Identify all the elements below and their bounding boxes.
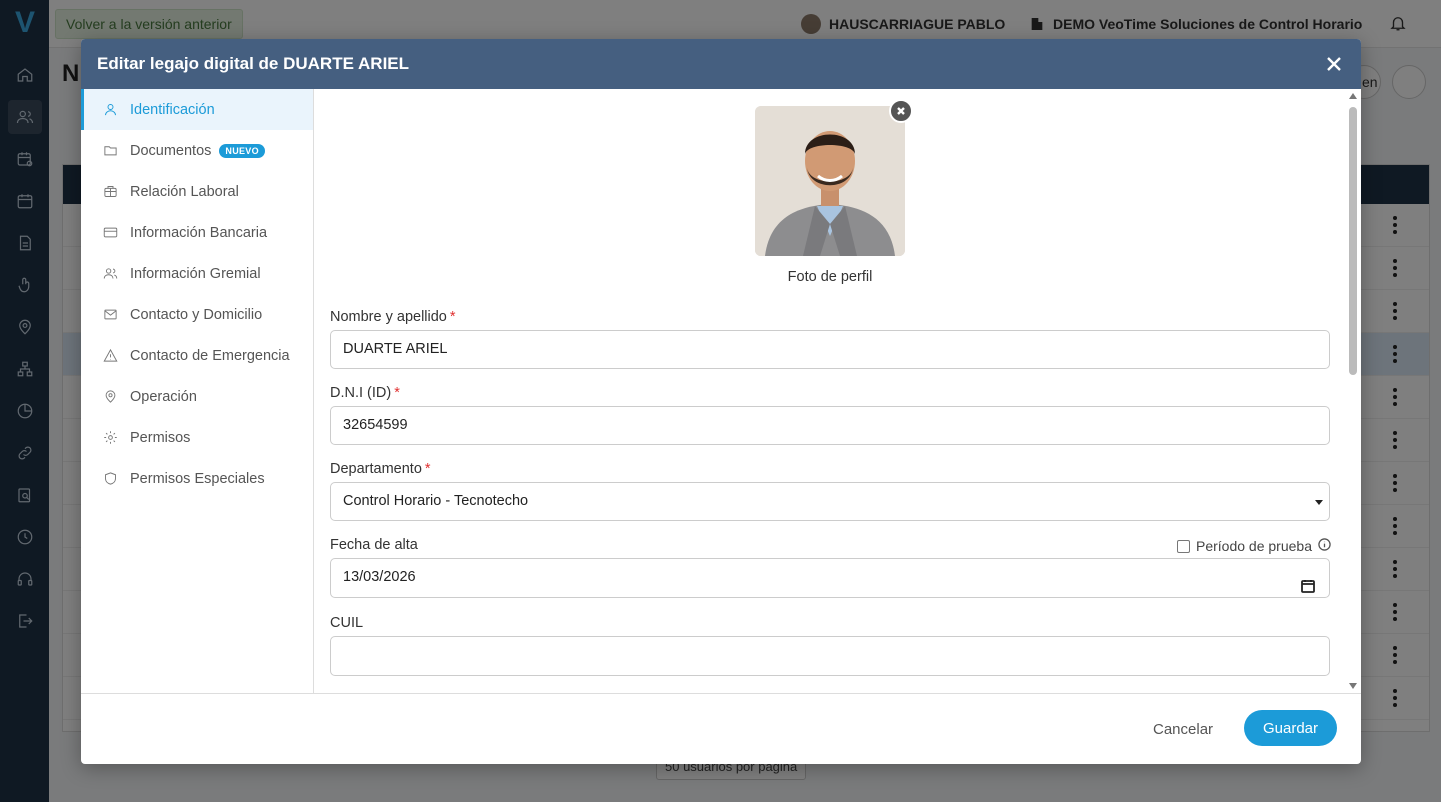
menu-item-permisos[interactable]: Permisos	[81, 417, 313, 458]
users-icon	[103, 268, 118, 279]
map-pin-icon	[105, 390, 116, 403]
trial-period-checkbox[interactable]	[1177, 539, 1190, 553]
menu-item-relacion-laboral[interactable]: Relación Laboral	[81, 171, 313, 212]
edit-employee-dialog: Editar legajo digital de DUARTE ARIEL Id…	[81, 39, 1361, 764]
department-select[interactable]: Control Horario - Tecnotecho	[330, 482, 1330, 521]
person-photo-icon	[755, 106, 905, 256]
menu-item-informacion-gremial[interactable]: Información Gremial	[81, 253, 313, 294]
profile-photo[interactable]	[755, 106, 905, 256]
remove-photo-button[interactable]	[889, 99, 913, 123]
dialog-title: Editar legajo digital de DUARTE ARIEL	[97, 54, 410, 73]
name-label: Nombre y apellido *	[330, 309, 456, 325]
dni-label: D.N.I (ID) *	[330, 385, 400, 401]
credit-card-icon	[103, 227, 118, 238]
section-menu: Identificación Documentos NUEVO Relación…	[81, 89, 314, 693]
start-date-input[interactable]: 13/03/2026	[330, 558, 1330, 598]
start-date-value: 13/03/2026	[343, 569, 416, 585]
menu-item-permisos-especiales[interactable]: Permisos Especiales	[81, 458, 313, 499]
menu-item-label: Identificación	[130, 101, 215, 118]
menu-item-label: Relación Laboral	[130, 183, 239, 200]
dialog-body: Identificación Documentos NUEVO Relación…	[81, 89, 1361, 694]
department-label-text: Departamento	[330, 461, 422, 477]
required-mark: *	[449, 309, 456, 325]
identification-form: Foto de perfil Nombre y apellido * DUARTE…	[314, 89, 1361, 693]
profile-photo-container	[755, 99, 913, 256]
photo-caption: Foto de perfil	[787, 269, 873, 285]
menu-item-label: Permisos	[130, 429, 191, 446]
menu-item-label: Documentos	[130, 142, 212, 159]
menu-item-label: Contacto y Domicilio	[130, 306, 263, 323]
gear-icon	[104, 431, 117, 444]
content-scrollbar[interactable]	[1348, 93, 1358, 689]
menu-item-contacto-domicilio[interactable]: Contacto y Domicilio	[81, 294, 313, 335]
trial-period-label: Período de prueba	[1196, 538, 1312, 554]
menu-item-label: Operación	[130, 388, 197, 405]
start-date-label: Fecha de alta	[330, 537, 418, 553]
mail-icon	[104, 309, 117, 320]
dni-input[interactable]: 32654599	[330, 406, 1330, 445]
save-button[interactable]: Guardar	[1244, 710, 1337, 746]
menu-item-informacion-bancaria[interactable]: Información Bancaria	[81, 212, 313, 253]
info-icon[interactable]	[1318, 538, 1331, 554]
cancel-button[interactable]: Cancelar	[1139, 711, 1227, 747]
user-icon	[105, 104, 116, 116]
folder-icon	[104, 146, 117, 156]
briefcase-icon	[104, 186, 117, 197]
menu-item-label: Contacto de Emergencia	[130, 347, 290, 364]
department-value: Control Horario - Tecnotecho	[343, 493, 529, 509]
menu-item-label: Permisos Especiales	[130, 470, 265, 487]
menu-item-documentos[interactable]: Documentos NUEVO	[81, 130, 313, 171]
department-label: Departamento *	[330, 461, 431, 477]
menu-item-label: Información Bancaria	[130, 224, 268, 241]
required-mark: *	[424, 461, 431, 477]
trial-period: Período de prueba	[1177, 538, 1331, 554]
shield-icon	[105, 472, 116, 485]
required-mark: *	[394, 385, 400, 401]
dni-label-text: D.N.I (ID)	[330, 385, 392, 401]
dialog-footer: Cancelar Guardar	[81, 694, 1361, 764]
name-input[interactable]: DUARTE ARIEL	[330, 330, 1330, 369]
new-badge: NUEVO	[219, 143, 265, 158]
warning-icon	[103, 348, 118, 362]
close-icon[interactable]	[1323, 53, 1345, 75]
scroll-up-icon[interactable]	[1349, 93, 1357, 99]
menu-item-label: Información Gremial	[130, 265, 261, 282]
caret-down-icon	[1315, 500, 1323, 505]
name-label-text: Nombre y apellido	[330, 309, 447, 325]
scroll-down-icon[interactable]	[1349, 683, 1357, 689]
cuil-label: CUIL	[330, 615, 364, 631]
menu-item-contacto-emergencia[interactable]: Contacto de Emergencia	[81, 335, 313, 376]
cuil-input[interactable]	[330, 636, 1330, 676]
menu-item-identificacion[interactable]: Identificación	[81, 89, 313, 130]
scroll-thumb[interactable]	[1349, 107, 1357, 375]
menu-item-operacion[interactable]: Operación	[81, 376, 313, 417]
dialog-header: Editar legajo digital de DUARTE ARIEL	[81, 39, 1361, 89]
calendar-icon[interactable]	[1301, 571, 1315, 593]
